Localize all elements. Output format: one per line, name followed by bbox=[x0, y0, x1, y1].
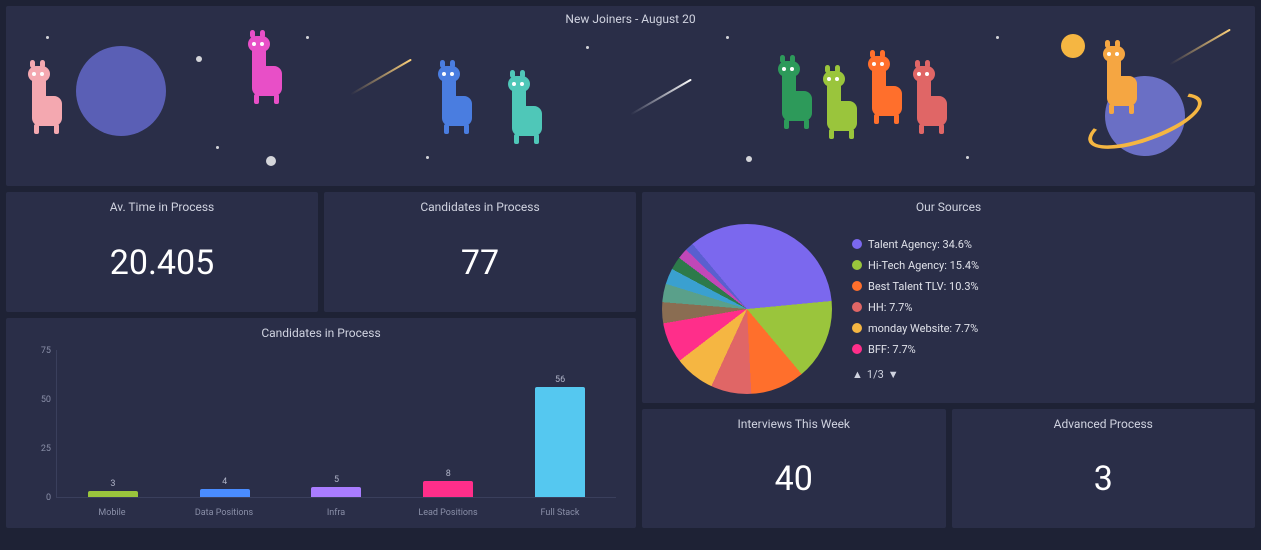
planet-icon bbox=[76, 46, 166, 136]
metric-value: 20.405 bbox=[6, 214, 318, 312]
metric-value: 40 bbox=[642, 431, 946, 528]
bar-value: 5 bbox=[334, 475, 339, 485]
llama-icon bbox=[436, 66, 480, 134]
comet-icon bbox=[630, 79, 692, 116]
metric-value: 3 bbox=[952, 431, 1256, 528]
card-title: Candidates in Process bbox=[324, 192, 636, 214]
bar-value: 3 bbox=[110, 479, 115, 489]
comet-icon bbox=[350, 59, 412, 96]
llama-icon bbox=[246, 36, 290, 104]
x-axis-label: Mobile bbox=[56, 508, 168, 518]
legend-item: monday Website: 7.7% bbox=[852, 322, 1235, 335]
card-advanced: Advanced Process 3 bbox=[952, 409, 1256, 528]
bar: 4 bbox=[169, 350, 281, 497]
bar: 56 bbox=[504, 350, 616, 497]
bar: 8 bbox=[392, 350, 504, 497]
card-interviews: Interviews This Week 40 bbox=[642, 409, 946, 528]
card-title: Av. Time in Process bbox=[6, 192, 318, 214]
bar: 3 bbox=[57, 350, 169, 497]
x-axis-label: Infra bbox=[280, 508, 392, 518]
legend-item: Hi-Tech Agency: 15.4% bbox=[852, 259, 1235, 272]
banner-new-joiners: New Joiners - August 20 bbox=[6, 6, 1255, 186]
card-title: Our Sources bbox=[642, 192, 1255, 214]
pager-next-icon[interactable]: ▼ bbox=[888, 368, 899, 381]
card-candidates: Candidates in Process 77 bbox=[324, 192, 636, 312]
pager-text: 1/3 bbox=[867, 368, 884, 381]
planet-icon bbox=[1061, 34, 1085, 58]
comet-icon bbox=[1169, 29, 1231, 66]
bar-value: 8 bbox=[446, 469, 451, 479]
legend-item: Best Talent TLV: 10.3% bbox=[852, 280, 1235, 293]
llama-icon bbox=[26, 66, 70, 134]
llama-icon bbox=[866, 56, 910, 124]
y-axis-label: Count bbox=[6, 427, 7, 451]
x-axis-label: Lead Positions bbox=[392, 508, 504, 518]
bar: 5 bbox=[281, 350, 393, 497]
pie-chart bbox=[662, 224, 832, 394]
llama-icon bbox=[776, 61, 820, 129]
legend-item: HH: 7.7% bbox=[852, 301, 1235, 314]
card-candidates-bar: Candidates in Process Count 0 25 50 75 3… bbox=[6, 318, 636, 528]
bar-value: 56 bbox=[555, 375, 565, 385]
banner-title: New Joiners - August 20 bbox=[565, 12, 695, 26]
x-axis-label: Full Stack bbox=[504, 508, 616, 518]
x-axis-label: Data Positions bbox=[168, 508, 280, 518]
llama-icon bbox=[821, 71, 865, 139]
pager-prev-icon[interactable]: ▲ bbox=[852, 368, 863, 381]
bar-chart: Count 0 25 50 75 345856 MobileData Posit… bbox=[6, 340, 636, 528]
legend: Talent Agency: 34.6% Hi-Tech Agency: 15.… bbox=[852, 238, 1235, 381]
llama-icon bbox=[911, 66, 955, 134]
llama-icon bbox=[506, 76, 550, 144]
legend-pager[interactable]: ▲ 1/3 ▼ bbox=[852, 368, 1235, 381]
llama-icon bbox=[1101, 46, 1145, 114]
card-avg-time: Av. Time in Process 20.405 bbox=[6, 192, 318, 312]
card-title: Candidates in Process bbox=[6, 318, 636, 340]
card-title: Interviews This Week bbox=[642, 409, 946, 431]
metric-value: 77 bbox=[324, 214, 636, 312]
card-sources: Our Sources Talent Agency: 34.6% Hi-Tech… bbox=[642, 192, 1255, 403]
legend-item: Talent Agency: 34.6% bbox=[852, 238, 1235, 251]
bar-value: 4 bbox=[222, 477, 227, 487]
legend-item: BFF: 7.7% bbox=[852, 343, 1235, 356]
card-title: Advanced Process bbox=[952, 409, 1256, 431]
